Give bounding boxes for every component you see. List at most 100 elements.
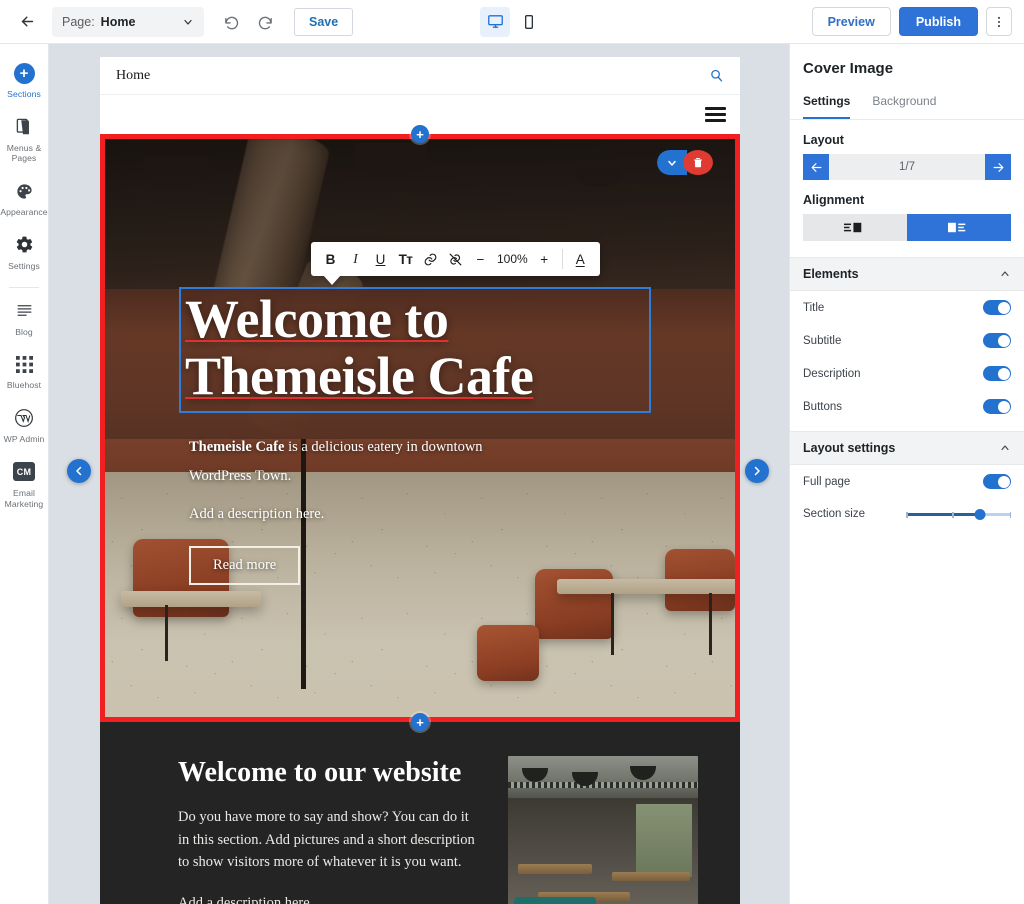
sidebar-item-settings[interactable]: Settings	[0, 226, 49, 280]
gear-icon	[15, 234, 34, 256]
hero-read-more-button[interactable]: Read more	[189, 546, 300, 585]
element-row-description: Description	[790, 357, 1024, 390]
section-size-slider[interactable]	[906, 507, 1011, 521]
tab-settings[interactable]: Settings	[803, 89, 850, 119]
page-selector-value: Home	[101, 15, 136, 29]
save-button[interactable]: Save	[294, 8, 353, 36]
redo-icon[interactable]	[250, 7, 280, 37]
hero-title: Welcome to Themeisle Cafe	[185, 291, 645, 405]
sidebar-divider	[9, 287, 39, 288]
page-selector-label: Page:	[62, 15, 95, 29]
layout-prev-button[interactable]	[803, 154, 829, 180]
sidebar-item-blog[interactable]: Blog	[0, 292, 49, 346]
full-page-row: Full page	[790, 465, 1024, 498]
description-toggle[interactable]	[983, 366, 1011, 381]
topbar-actions: Preview Publish	[812, 7, 1012, 36]
cm-badge-icon: CM	[13, 461, 35, 483]
title-toggle[interactable]	[983, 300, 1011, 315]
section-control-pill	[657, 150, 713, 175]
element-row-buttons: Buttons	[790, 390, 1024, 423]
hero-description[interactable]: Add a description here.	[189, 506, 695, 523]
sidebar-item-label: Menus & Pages	[2, 143, 47, 164]
sidebar-item-label: Settings	[8, 261, 40, 272]
section-controls	[657, 150, 713, 175]
device-desktop-button[interactable]	[480, 7, 510, 37]
elements-section-header[interactable]: Elements	[790, 257, 1024, 291]
toolbar-pointer	[323, 275, 341, 285]
welcome-section[interactable]: Welcome to our website Do you have more …	[100, 722, 740, 904]
italic-button[interactable]: I	[343, 244, 368, 274]
pages-icon	[15, 116, 34, 138]
wordpress-icon	[14, 407, 34, 429]
sidebar-item-menus-pages[interactable]: Menus & Pages	[0, 108, 49, 172]
panel-title: Cover Image	[790, 44, 1024, 89]
welcome-heading: Welcome to our website	[178, 756, 478, 790]
kebab-menu-icon[interactable]	[986, 7, 1012, 36]
sidebar-item-sections[interactable]: + Sections	[0, 54, 49, 108]
welcome-text-column: Welcome to our website Do you have more …	[178, 756, 478, 904]
sidebar-item-email-marketing[interactable]: CM Email Marketing	[0, 453, 49, 517]
element-label: Title	[803, 302, 824, 314]
unlink-icon[interactable]	[443, 244, 468, 274]
full-page-label: Full page	[803, 476, 850, 488]
full-page-toggle[interactable]	[983, 474, 1011, 489]
element-label: Subtitle	[803, 335, 841, 347]
trash-icon[interactable]	[683, 150, 713, 175]
text-color-button[interactable]: A	[568, 244, 593, 274]
align-text-right-icon[interactable]	[907, 214, 1011, 241]
sidebar-item-wp-admin[interactable]: WP Admin	[0, 399, 49, 453]
palette-icon	[15, 180, 34, 202]
prev-section-button[interactable]	[67, 459, 91, 483]
text-size-button[interactable]: Tт	[393, 244, 418, 274]
site-breadcrumb-home: Home	[116, 68, 150, 84]
link-icon[interactable]	[418, 244, 443, 274]
sidebar-item-label: Sections	[7, 89, 41, 100]
sidebar-item-bluehost[interactable]: Bluehost	[0, 345, 49, 399]
sidebar-item-label: Blog	[15, 327, 33, 338]
grid-dots-icon	[16, 353, 33, 375]
hamburger-menu-icon[interactable]	[705, 107, 726, 122]
increase-size-button[interactable]: +	[532, 244, 557, 274]
body-row: + Sections Menus & Pages Appearance Set	[0, 44, 1024, 904]
layout-next-button[interactable]	[985, 154, 1011, 180]
add-section-above-button[interactable]: +	[411, 125, 429, 143]
alignment-group	[790, 214, 1024, 241]
hero-title-editable[interactable]: Welcome to Themeisle Cafe	[179, 287, 651, 413]
tab-background[interactable]: Background	[872, 89, 936, 119]
list-lines-icon	[15, 300, 34, 322]
page-selector[interactable]: Page: Home	[52, 7, 204, 37]
search-icon[interactable]	[709, 68, 724, 83]
font-size-value: 100%	[493, 252, 532, 266]
back-icon[interactable]	[12, 7, 42, 37]
cover-image-section[interactable]: Welcome to Themeisle Cafe Themeisle Cafe…	[105, 139, 735, 717]
add-section-below-button[interactable]: +	[411, 713, 429, 731]
top-toolbar: Page: Home Save Preview Publish	[0, 0, 1024, 44]
layout-stepper: 1/7	[790, 154, 1024, 180]
align-text-left-icon[interactable]	[803, 214, 907, 241]
underline-button[interactable]: U	[368, 244, 393, 274]
device-mobile-button[interactable]	[514, 7, 544, 37]
hero-content: Welcome to Themeisle Cafe Themeisle Cafe…	[189, 287, 695, 585]
decrease-size-button[interactable]: −	[468, 244, 493, 274]
element-row-subtitle: Subtitle	[790, 324, 1024, 357]
app-root: Page: Home Save Preview Publish	[0, 0, 1024, 904]
layout-settings-label: Layout settings	[803, 441, 895, 455]
panel-tabs: Settings Background	[790, 89, 1024, 120]
selected-section-outline: + +	[100, 134, 740, 722]
publish-button[interactable]: Publish	[899, 7, 978, 36]
preview-button[interactable]: Preview	[812, 7, 891, 36]
hero-subtitle[interactable]: Themeisle Cafe is a delicious eatery in …	[189, 433, 519, 490]
subtitle-toggle[interactable]	[983, 333, 1011, 348]
undo-icon[interactable]	[216, 7, 246, 37]
next-section-button[interactable]	[745, 459, 769, 483]
section-size-label: Section size	[803, 508, 865, 520]
site-utility-bar: Home	[100, 57, 740, 95]
buttons-toggle[interactable]	[983, 399, 1011, 414]
layout-settings-header[interactable]: Layout settings	[790, 431, 1024, 465]
sidebar-item-appearance[interactable]: Appearance	[0, 172, 49, 226]
text-format-toolbar: B I U Tт − 100% +	[311, 242, 600, 276]
undo-redo-group	[216, 7, 280, 37]
bold-button[interactable]: B	[318, 244, 343, 274]
section-size-row: Section size	[790, 498, 1024, 530]
element-label: Buttons	[803, 401, 842, 413]
